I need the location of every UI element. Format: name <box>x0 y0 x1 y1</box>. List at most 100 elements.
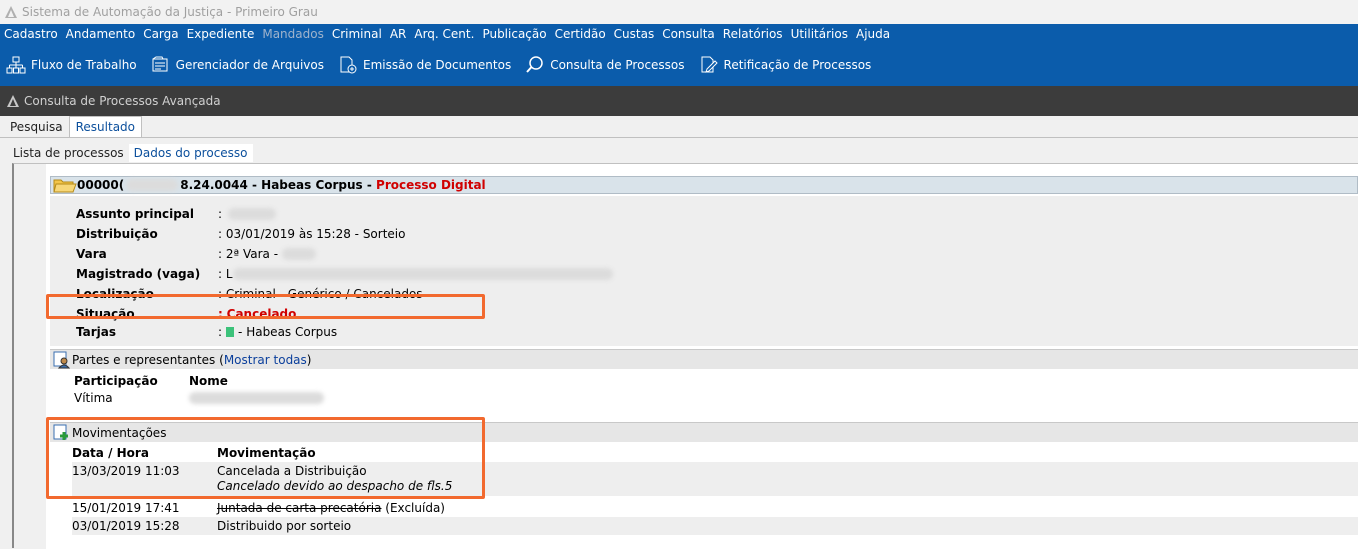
detail-label: Assunto principal <box>76 207 195 221</box>
process-separator: - <box>362 178 377 192</box>
menu-ajuda[interactable]: Ajuda <box>856 27 890 41</box>
menu-carga[interactable]: Carga <box>143 27 178 41</box>
process-number-prefix: 00000( <box>77 178 125 192</box>
document-emission-label: Emissão de Documentos <box>363 58 512 72</box>
menu-mandados: Mandados <box>262 27 324 41</box>
menu-criminal[interactable]: Criminal <box>332 27 382 41</box>
redacted-block <box>189 392 324 404</box>
party-name <box>189 392 324 407</box>
tab-lista-processos[interactable]: Lista de processos <box>8 144 129 162</box>
menu-publicacao[interactable]: Publicação <box>482 27 546 41</box>
window-title: Sistema de Automação da Justiça - Primei… <box>22 5 318 19</box>
process-header: 00000( 8.24.0044 - Habeas Corpus - Proce… <box>50 176 1358 194</box>
menu-consulta[interactable]: Consulta <box>662 27 715 41</box>
redacted-block <box>228 208 277 220</box>
show-all-link[interactable]: Mostrar todas <box>224 353 307 367</box>
detail-value: : 03/01/2019 às 15:28 - Sorteio <box>218 227 405 241</box>
document-emission-icon <box>340 56 357 74</box>
mov-date: 03/01/2019 15:28 <box>72 519 180 533</box>
tarja-color-swatch <box>226 327 235 337</box>
mov-description-cell: Juntada de carta precatória (Excluída) <box>217 501 445 515</box>
table-row[interactable]: 03/01/2019 15:28 Distribuido por sorteio <box>72 517 1358 535</box>
process-number-suffix: 8.24.0044 <box>180 178 248 192</box>
workflow-label: Fluxo de Trabalho <box>31 58 137 72</box>
process-rectify-button[interactable]: Retificação de Processos <box>699 56 872 74</box>
vara-value: 2ª Vara - <box>225 247 282 261</box>
partes-header: Partes e representantes (Mostrar todas) <box>50 349 1358 369</box>
detail-vara: Vara : 2ª Vara - <box>76 245 316 263</box>
detail-distribuicao: Distribuição : 03/01/2019 às 15:28 - Sor… <box>76 225 405 243</box>
mov-description: Distribuido por sorteio <box>217 519 352 533</box>
process-separator: - <box>247 178 262 192</box>
toolbar: Fluxo de Trabalho Gerenciador de Arquivo… <box>0 44 1358 86</box>
menu-custas[interactable]: Custas <box>614 27 655 41</box>
document-emission-button[interactable]: Emissão de Documentos <box>338 56 511 74</box>
distribution-value: 03/01/2019 às 15:28 - Sorteio <box>225 227 406 241</box>
workflow-button[interactable]: Fluxo de Trabalho <box>6 56 137 74</box>
menu-utilitarios[interactable]: Utilitários <box>791 27 848 41</box>
menu-cadastro[interactable]: Cadastro <box>4 27 58 41</box>
process-class: Habeas Corpus <box>261 178 363 192</box>
main-tabs: Pesquisa Resultado <box>0 116 1358 138</box>
colon: : <box>218 267 223 281</box>
redacted-block <box>232 268 613 280</box>
mov-description: Juntada de carta precatória <box>217 501 382 515</box>
colon: : <box>218 207 223 221</box>
detail-label: Distribuição <box>76 227 158 241</box>
movimentacao-highlight-box <box>46 417 485 499</box>
detail-value: : - Habeas Corpus <box>218 325 337 339</box>
subwindow-title: Consulta de Processos Avançada <box>24 94 221 108</box>
tarjas-value: - Habeas Corpus <box>238 325 338 339</box>
process-rectify-icon <box>701 56 718 73</box>
process-search-button[interactable]: Consulta de Processos <box>525 56 685 74</box>
detail-label: Magistrado (vaga) <box>76 267 201 281</box>
tab-resultado[interactable]: Resultado <box>68 116 142 137</box>
subwindow-titlebar: Consulta de Processos Avançada <box>0 86 1358 116</box>
paren-close: ) <box>306 352 312 367</box>
file-manager-icon <box>152 56 168 72</box>
result-subtabs: Lista de processos Dados do processo <box>8 142 1358 162</box>
process-rectify-label: Retificação de Processos <box>723 58 872 72</box>
menu-certidao[interactable]: Certidão <box>555 27 606 41</box>
detail-label: Tarjas <box>76 325 117 339</box>
colon: : <box>218 247 223 261</box>
redacted-block <box>281 248 316 260</box>
redacted-block <box>126 179 179 191</box>
magistrado-value: L <box>225 267 233 281</box>
detail-assunto: Assunto principal : <box>76 205 277 223</box>
col-participacao: Participação <box>74 374 158 388</box>
menu-andamento[interactable]: Andamento <box>66 27 136 41</box>
menu-expediente[interactable]: Expediente <box>187 27 255 41</box>
detail-value: : L <box>218 267 613 281</box>
file-manager-button[interactable]: Gerenciador de Arquivos <box>151 56 324 74</box>
colon: : <box>218 325 223 339</box>
process-search-label: Consulta de Processos <box>550 58 685 72</box>
menu-relatorios[interactable]: Relatórios <box>723 27 783 41</box>
detail-value: : 2ª Vara - <box>218 247 316 261</box>
party-role: Vítima <box>74 391 113 405</box>
process-details: Assunto principal : Distribuição : 03/01… <box>50 196 1358 346</box>
menu-ar[interactable]: AR <box>390 27 407 41</box>
tab-dados-processo[interactable]: Dados do processo <box>128 144 253 162</box>
detail-tarjas: Tarjas : - Habeas Corpus <box>76 323 337 341</box>
app-logo-icon <box>6 94 20 108</box>
window-titlebar: Sistema de Automação da Justiça - Primei… <box>0 0 1358 24</box>
folder-icon <box>53 176 77 197</box>
menu-bar: Cadastro Andamento Carga Expediente Mand… <box>0 24 1358 44</box>
col-nome: Nome <box>189 374 228 388</box>
menu-arq-cent[interactable]: Arq. Cent. <box>414 27 474 41</box>
situacao-highlight-box <box>46 294 485 319</box>
panel-margin <box>14 164 46 549</box>
app-logo-icon <box>4 5 18 19</box>
partes-title: Partes e representantes <box>72 352 216 367</box>
people-icon <box>53 351 71 372</box>
detail-magistrado: Magistrado (vaga) : L <box>76 265 613 283</box>
mov-date: 15/01/2019 17:41 <box>72 501 180 515</box>
tab-pesquisa[interactable]: Pesquisa <box>4 117 69 137</box>
colon: : <box>218 227 223 241</box>
table-row[interactable]: 15/01/2019 17:41 Juntada de carta precat… <box>72 501 1358 517</box>
process-digital-label: Processo Digital <box>376 178 486 192</box>
detail-value: : <box>218 207 277 221</box>
process-search-icon <box>526 56 543 73</box>
mov-note: (Excluída) <box>385 501 445 515</box>
